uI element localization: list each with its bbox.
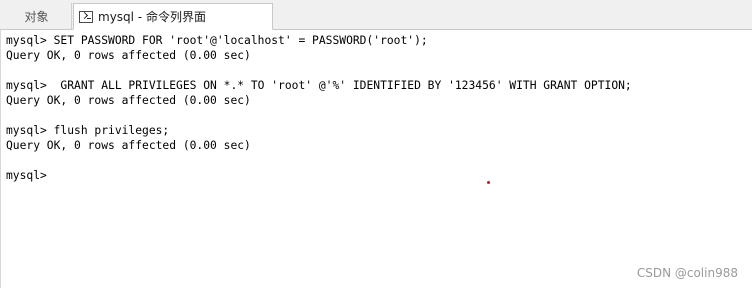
console-line: mysql> GRANT ALL PRIVILEGES ON *.* TO 'r… <box>6 79 632 92</box>
console-line: Query OK, 0 rows affected (0.00 sec) <box>6 49 251 62</box>
console-icon <box>79 10 93 23</box>
console-prompt[interactable]: mysql> <box>6 168 632 183</box>
console-output: mysql> SET PASSWORD FOR 'root'@'localhos… <box>6 33 632 183</box>
red-marker-dot <box>487 181 490 184</box>
tab-console-label: mysql - 命令列界面 <box>98 10 206 24</box>
tab-mysql-console[interactable]: mysql - 命令列界面 <box>73 3 273 30</box>
console-line: mysql> SET PASSWORD FOR 'root'@'localhos… <box>6 34 428 47</box>
tab-bar: 对象 mysql - 命令列界面 <box>0 0 752 30</box>
tab-objects-label: 对象 <box>24 9 49 24</box>
console-line: Query OK, 0 rows affected (0.00 sec) <box>6 94 251 107</box>
console-line: mysql> flush privileges; <box>6 124 170 137</box>
console-area[interactable]: mysql> SET PASSWORD FOR 'root'@'localhos… <box>0 30 752 288</box>
tab-objects[interactable]: 对象 <box>2 3 72 29</box>
console-line: Query OK, 0 rows affected (0.00 sec) <box>6 139 251 152</box>
watermark: CSDN @colin988 <box>636 266 738 280</box>
